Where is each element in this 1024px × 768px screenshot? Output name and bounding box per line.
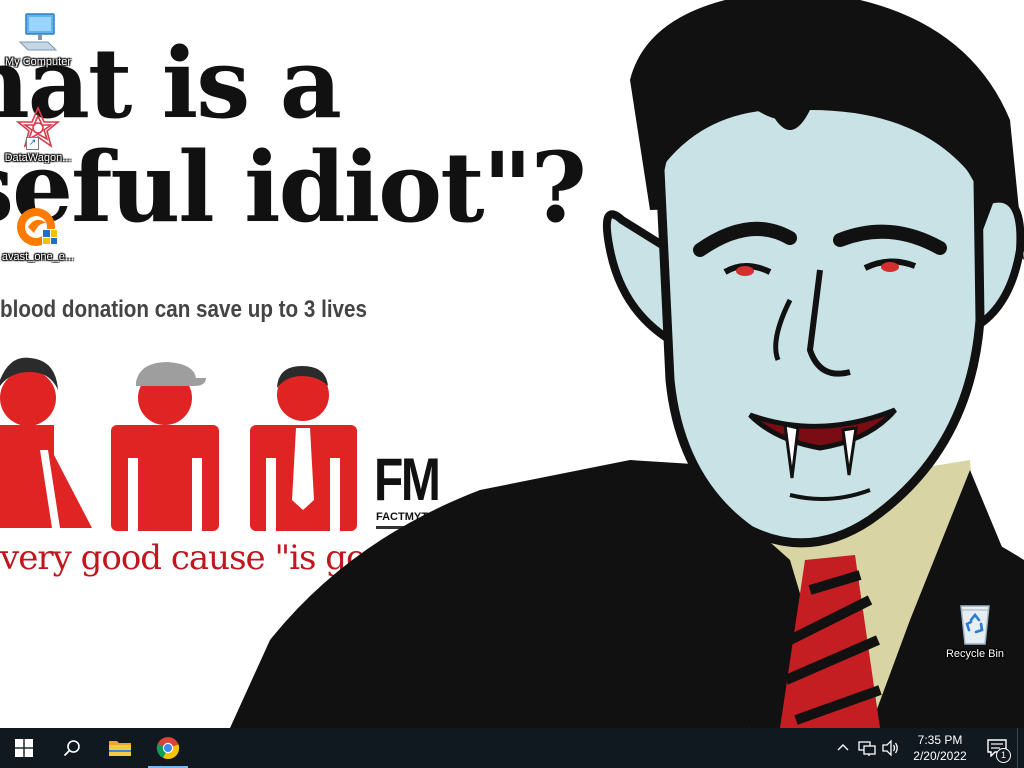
- taskbar: 7:35 PM 2/20/2022 1: [0, 728, 1024, 768]
- taskbar-chrome-button[interactable]: [144, 728, 192, 768]
- folder-icon: [109, 741, 131, 756]
- desktop-icon-label: Recycle Bin: [945, 648, 1005, 660]
- wallpaper: hat is a seful idiot"? blood donation ca…: [0, 0, 1024, 728]
- desktop-icon-my-computer[interactable]: My Computer: [0, 10, 76, 68]
- desktop-icon-label: DataWagon...: [4, 152, 72, 164]
- action-center-button[interactable]: 1: [977, 728, 1017, 768]
- clock-time: 7:35 PM: [917, 733, 963, 747]
- volume-button[interactable]: [879, 728, 903, 768]
- search-button[interactable]: [48, 728, 96, 768]
- datawagon-icon: ↗: [14, 105, 62, 150]
- vampire-illustration: [230, 0, 1024, 728]
- desktop-icon-label: avast_one_e...: [1, 251, 75, 263]
- clock-button[interactable]: 7:35 PM 2/20/2022: [903, 728, 977, 768]
- shortcut-arrow-icon: ↗: [26, 137, 39, 150]
- show-desktop-button[interactable]: [1017, 728, 1024, 768]
- desktop-icon-recycle-bin[interactable]: Recycle Bin: [937, 602, 1013, 660]
- system-tray: 7:35 PM 2/20/2022 1: [831, 728, 1024, 768]
- avast-icon: [14, 205, 62, 249]
- desktop-icon-label: My Computer: [4, 56, 72, 68]
- start-button[interactable]: [0, 728, 48, 768]
- show-hidden-icons-button[interactable]: [831, 728, 855, 768]
- chrome-icon: [156, 737, 180, 760]
- speaker-icon: [882, 740, 898, 756]
- network-button[interactable]: [855, 728, 879, 768]
- chevron-up-icon: [837, 744, 849, 751]
- computer-icon: [14, 10, 62, 54]
- search-icon: [63, 740, 80, 757]
- taskbar-file-explorer-button[interactable]: [96, 728, 144, 768]
- notification-count-badge: 1: [996, 748, 1011, 763]
- desktop-icon-datawagon[interactable]: ↗ DataWagon...: [0, 105, 76, 164]
- network-icon: [858, 741, 876, 756]
- desktop-icon-avast[interactable]: avast_one_e...: [0, 205, 76, 263]
- recycle-bin-icon: [951, 602, 999, 646]
- windows-logo-icon: [15, 739, 33, 757]
- clock-date: 2/20/2022: [913, 749, 967, 763]
- desktop[interactable]: hat is a seful idiot"? blood donation ca…: [0, 0, 1024, 768]
